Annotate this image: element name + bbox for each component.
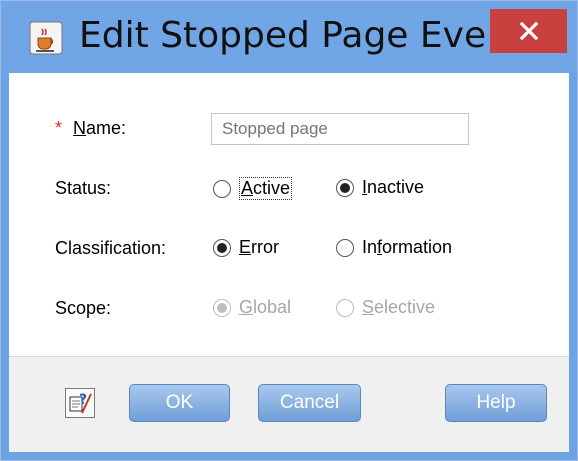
status-label: Status: xyxy=(55,178,112,198)
dialog-footer: ? OK Cancel Help xyxy=(9,356,569,452)
dialog-content: * Name: Status: Active Inactive Classifi… xyxy=(9,73,569,356)
java-cup-icon xyxy=(29,21,63,55)
context-help-icon: ? xyxy=(69,392,92,414)
name-label-text: ame: xyxy=(86,118,127,138)
close-icon xyxy=(519,21,538,41)
radio-circle xyxy=(213,179,231,198)
title-bar[interactable]: Edit Stopped Page Eve... xyxy=(1,1,577,73)
classification-information-label: Information xyxy=(362,237,453,257)
ok-button[interactable]: OK xyxy=(129,384,230,422)
dialog-window: Edit Stopped Page Eve... * Name: Status:… xyxy=(0,0,578,461)
cancel-button[interactable]: Cancel xyxy=(258,384,361,422)
scope-selective-radio[interactable]: Selective xyxy=(336,297,435,318)
help-button[interactable]: Help xyxy=(445,384,547,422)
status-inactive-radio[interactable]: Inactive xyxy=(336,177,424,198)
classification-error-label: Error xyxy=(239,237,280,257)
radio-circle-disabled xyxy=(336,298,354,317)
scope-selective-label: Selective xyxy=(362,297,436,317)
close-button[interactable] xyxy=(490,9,567,53)
scope-label: Scope: xyxy=(55,298,112,318)
radio-circle-checked xyxy=(336,178,354,197)
status-inactive-label: Inactive xyxy=(362,177,425,197)
radio-circle xyxy=(336,238,354,257)
context-help-button[interactable]: ? xyxy=(65,388,95,418)
required-marker: * xyxy=(55,118,63,138)
name-input[interactable] xyxy=(211,113,469,145)
status-active-label: Active xyxy=(239,177,293,200)
classification-label: Classification: xyxy=(55,238,167,258)
scope-global-label: Global xyxy=(239,297,292,317)
window-title: Edit Stopped Page Eve... xyxy=(79,15,521,56)
radio-circle-checked xyxy=(213,238,231,257)
classification-information-radio[interactable]: Information xyxy=(336,237,452,258)
name-label-mnemonic: N xyxy=(73,118,87,138)
classification-error-radio[interactable]: Error xyxy=(213,237,279,258)
status-active-radio[interactable]: Active xyxy=(213,177,293,200)
radio-circle-checked-disabled xyxy=(213,298,231,317)
scope-global-radio[interactable]: Global xyxy=(213,297,291,318)
name-label: * Name: xyxy=(55,118,126,139)
